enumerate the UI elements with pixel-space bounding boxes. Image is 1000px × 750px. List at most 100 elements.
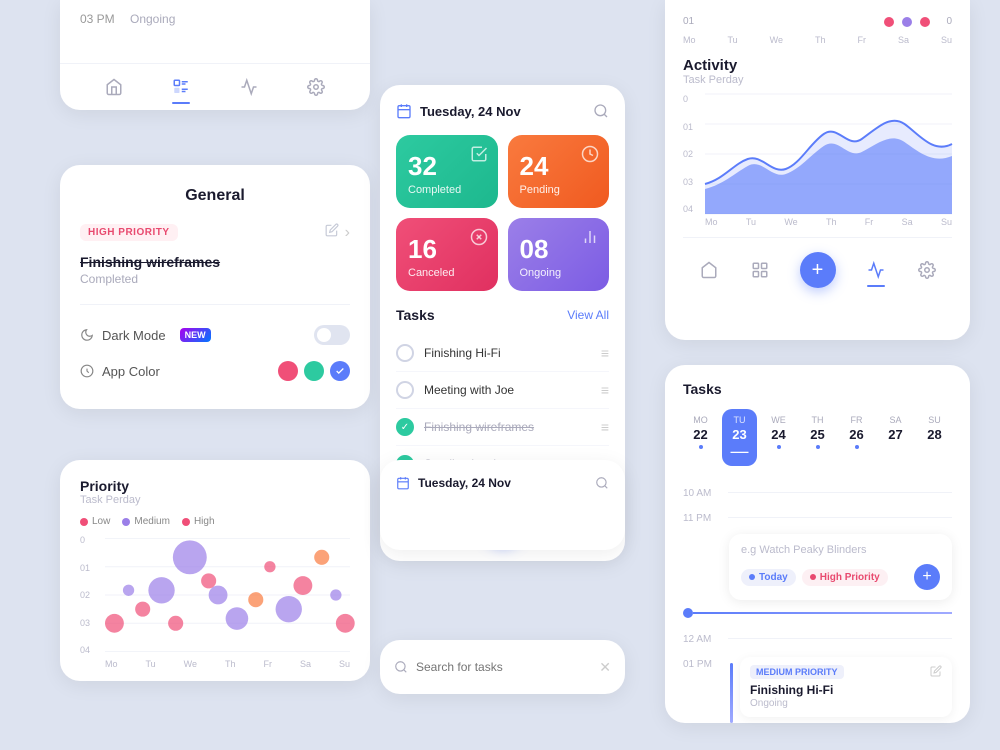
cal-day-fr[interactable]: FR 26 bbox=[839, 409, 874, 466]
event-edit-icon[interactable] bbox=[930, 665, 942, 680]
nav-home-icon[interactable] bbox=[103, 76, 125, 98]
priority-card: Priority Task Perday Low Medium High 04 … bbox=[60, 460, 370, 681]
stat-pending: 24 Pending bbox=[508, 135, 610, 208]
act-nav-gear[interactable] bbox=[916, 259, 938, 281]
cal-num-tu: 23 bbox=[732, 427, 746, 442]
task-menu-1[interactable]: ≡ bbox=[601, 345, 609, 361]
legend-dot-high bbox=[182, 518, 190, 526]
cal-dot-sa bbox=[894, 445, 898, 449]
calendar-icon bbox=[396, 103, 412, 119]
task-check-3[interactable]: ✓ bbox=[396, 418, 414, 436]
legend-low-label: Low bbox=[92, 516, 110, 527]
nav-chart-icon[interactable] bbox=[238, 76, 260, 98]
priority-subtitle: Task Perday bbox=[80, 494, 350, 506]
cal-label-we: WE bbox=[771, 415, 786, 425]
stat-completed-label: Completed bbox=[408, 184, 486, 196]
tag-priority-label: High Priority bbox=[820, 572, 880, 583]
new-badge: NEW bbox=[180, 328, 211, 342]
bar-chart-icon bbox=[581, 228, 599, 246]
time-row: 03 PM Ongoing bbox=[60, 0, 370, 34]
tasks-cal-title: Tasks bbox=[683, 381, 952, 397]
cal-day-mo[interactable]: MO 22 bbox=[683, 409, 718, 466]
bottom-search-icon[interactable] bbox=[595, 476, 609, 490]
cal-label-su: SU bbox=[928, 415, 941, 425]
edit-icon[interactable] bbox=[325, 223, 339, 242]
task-check-1[interactable] bbox=[396, 344, 414, 362]
cal-day-we[interactable]: WE 24 bbox=[761, 409, 796, 466]
priority-badge: HIGH PRIORITY bbox=[80, 224, 178, 241]
act-nav-list[interactable] bbox=[749, 259, 771, 281]
event-priority-badge: MEDIUM PRIORITY bbox=[750, 665, 844, 679]
activity-x-axis: Mo Tu We Th Fr Sa Su bbox=[683, 217, 952, 227]
task-input-popup: e.g Watch Peaky Blinders Today High Prio… bbox=[729, 534, 952, 600]
chevron-right-icon[interactable]: › bbox=[345, 224, 350, 242]
progress-row bbox=[683, 608, 952, 618]
act-nav-chart[interactable] bbox=[865, 259, 887, 281]
task-status: Completed bbox=[80, 272, 220, 286]
act-nav-home[interactable] bbox=[698, 259, 720, 281]
tag-today-label: Today bbox=[759, 572, 788, 583]
legend-low: Low bbox=[80, 516, 110, 527]
cal-day-th[interactable]: TH 25 bbox=[800, 409, 835, 466]
app-color-row: App Color bbox=[80, 353, 350, 389]
task-menu-3[interactable]: ≡ bbox=[601, 419, 609, 435]
task-item-1: Finishing Hi-Fi ≡ bbox=[396, 335, 609, 372]
task-item-2: Meeting with Joe ≡ bbox=[396, 372, 609, 409]
activity-title: Activity bbox=[683, 57, 952, 74]
task-check-2[interactable] bbox=[396, 381, 414, 399]
popup-tags-row: Today High Priority + bbox=[741, 564, 940, 590]
activity-chart: 04 03 02 01 0 bbox=[683, 94, 952, 214]
activity-x-mini: MoTuWeThFrSaSu bbox=[683, 35, 952, 49]
view-all-link[interactable]: View All bbox=[567, 308, 609, 322]
main-date: Tuesday, 24 Nov bbox=[420, 104, 521, 119]
color-green[interactable] bbox=[304, 361, 324, 381]
search-tasks-input[interactable] bbox=[416, 660, 591, 674]
time-label: 03 PM bbox=[80, 12, 120, 26]
tag-today[interactable]: Today bbox=[741, 569, 796, 586]
tasks-cal-card: Tasks MO 22 TU 23 — WE 24 TH 25 FR 26 SA bbox=[665, 365, 970, 723]
mini-label-01: 01 bbox=[683, 16, 694, 27]
act-fab[interactable]: + bbox=[800, 252, 836, 288]
color-blue-selected[interactable] bbox=[330, 361, 350, 381]
scatter-plot bbox=[105, 535, 350, 655]
task-menu-2[interactable]: ≡ bbox=[601, 382, 609, 398]
dark-mode-row: Dark Mode NEW bbox=[80, 317, 350, 353]
ongoing-status: Ongoing bbox=[130, 12, 175, 26]
tag-priority[interactable]: High Priority bbox=[802, 569, 888, 586]
search-icon[interactable] bbox=[593, 103, 609, 119]
cal-day-tu[interactable]: TU 23 — bbox=[722, 409, 757, 466]
activity-mini-top: 01 0 bbox=[683, 12, 952, 35]
event-card: MEDIUM PRIORITY Finishing Hi-Fi Ongoing bbox=[740, 657, 952, 717]
stat-grid: 32 Completed 24 Pending 16 Canceled 08 O… bbox=[396, 135, 609, 291]
x-axis: Mo Tu We Th Fr Sa Su bbox=[80, 659, 350, 669]
bottom-date-row: Tuesday, 24 Nov bbox=[396, 476, 511, 490]
cal-label-mo: MO bbox=[693, 415, 708, 425]
cal-label-sa: SA bbox=[889, 415, 901, 425]
date-row: Tuesday, 24 Nov bbox=[396, 103, 521, 119]
tag-priority-dot bbox=[810, 574, 816, 580]
search-card-icon bbox=[394, 660, 408, 674]
time-11pm: 11 PM bbox=[683, 511, 718, 524]
y-axis: 04 03 02 01 0 bbox=[80, 535, 90, 655]
cal-label-tu: TU bbox=[734, 415, 746, 425]
cal-day-sa[interactable]: SA 27 bbox=[878, 409, 913, 466]
legend-dot-low bbox=[80, 518, 88, 526]
search-clear-icon[interactable]: ✕ bbox=[599, 659, 611, 676]
legend-high-label: High bbox=[194, 516, 215, 527]
stat-pending-label: Pending bbox=[520, 184, 598, 196]
popup-add-button[interactable]: + bbox=[914, 564, 940, 590]
nav-gear-icon[interactable] bbox=[305, 76, 327, 98]
activity-subtitle: Task Perday bbox=[683, 74, 952, 86]
dark-mode-toggle[interactable] bbox=[314, 325, 350, 345]
bottom-card-header: Tuesday, 24 Nov bbox=[396, 476, 609, 490]
task-name: Finishing wireframes bbox=[80, 254, 220, 270]
activity-card: 01 0 MoTuWeThFrSaSu Activity Task Perday… bbox=[665, 0, 970, 340]
cal-label-th: TH bbox=[812, 415, 824, 425]
tag-today-dot bbox=[749, 574, 755, 580]
cal-num-we: 24 bbox=[771, 427, 785, 442]
color-red[interactable] bbox=[278, 361, 298, 381]
stat-completed: 32 Completed bbox=[396, 135, 498, 208]
cal-day-su[interactable]: SU 28 bbox=[917, 409, 952, 466]
cal-num-th: 25 bbox=[810, 427, 824, 442]
nav-list-icon[interactable] bbox=[170, 76, 192, 98]
